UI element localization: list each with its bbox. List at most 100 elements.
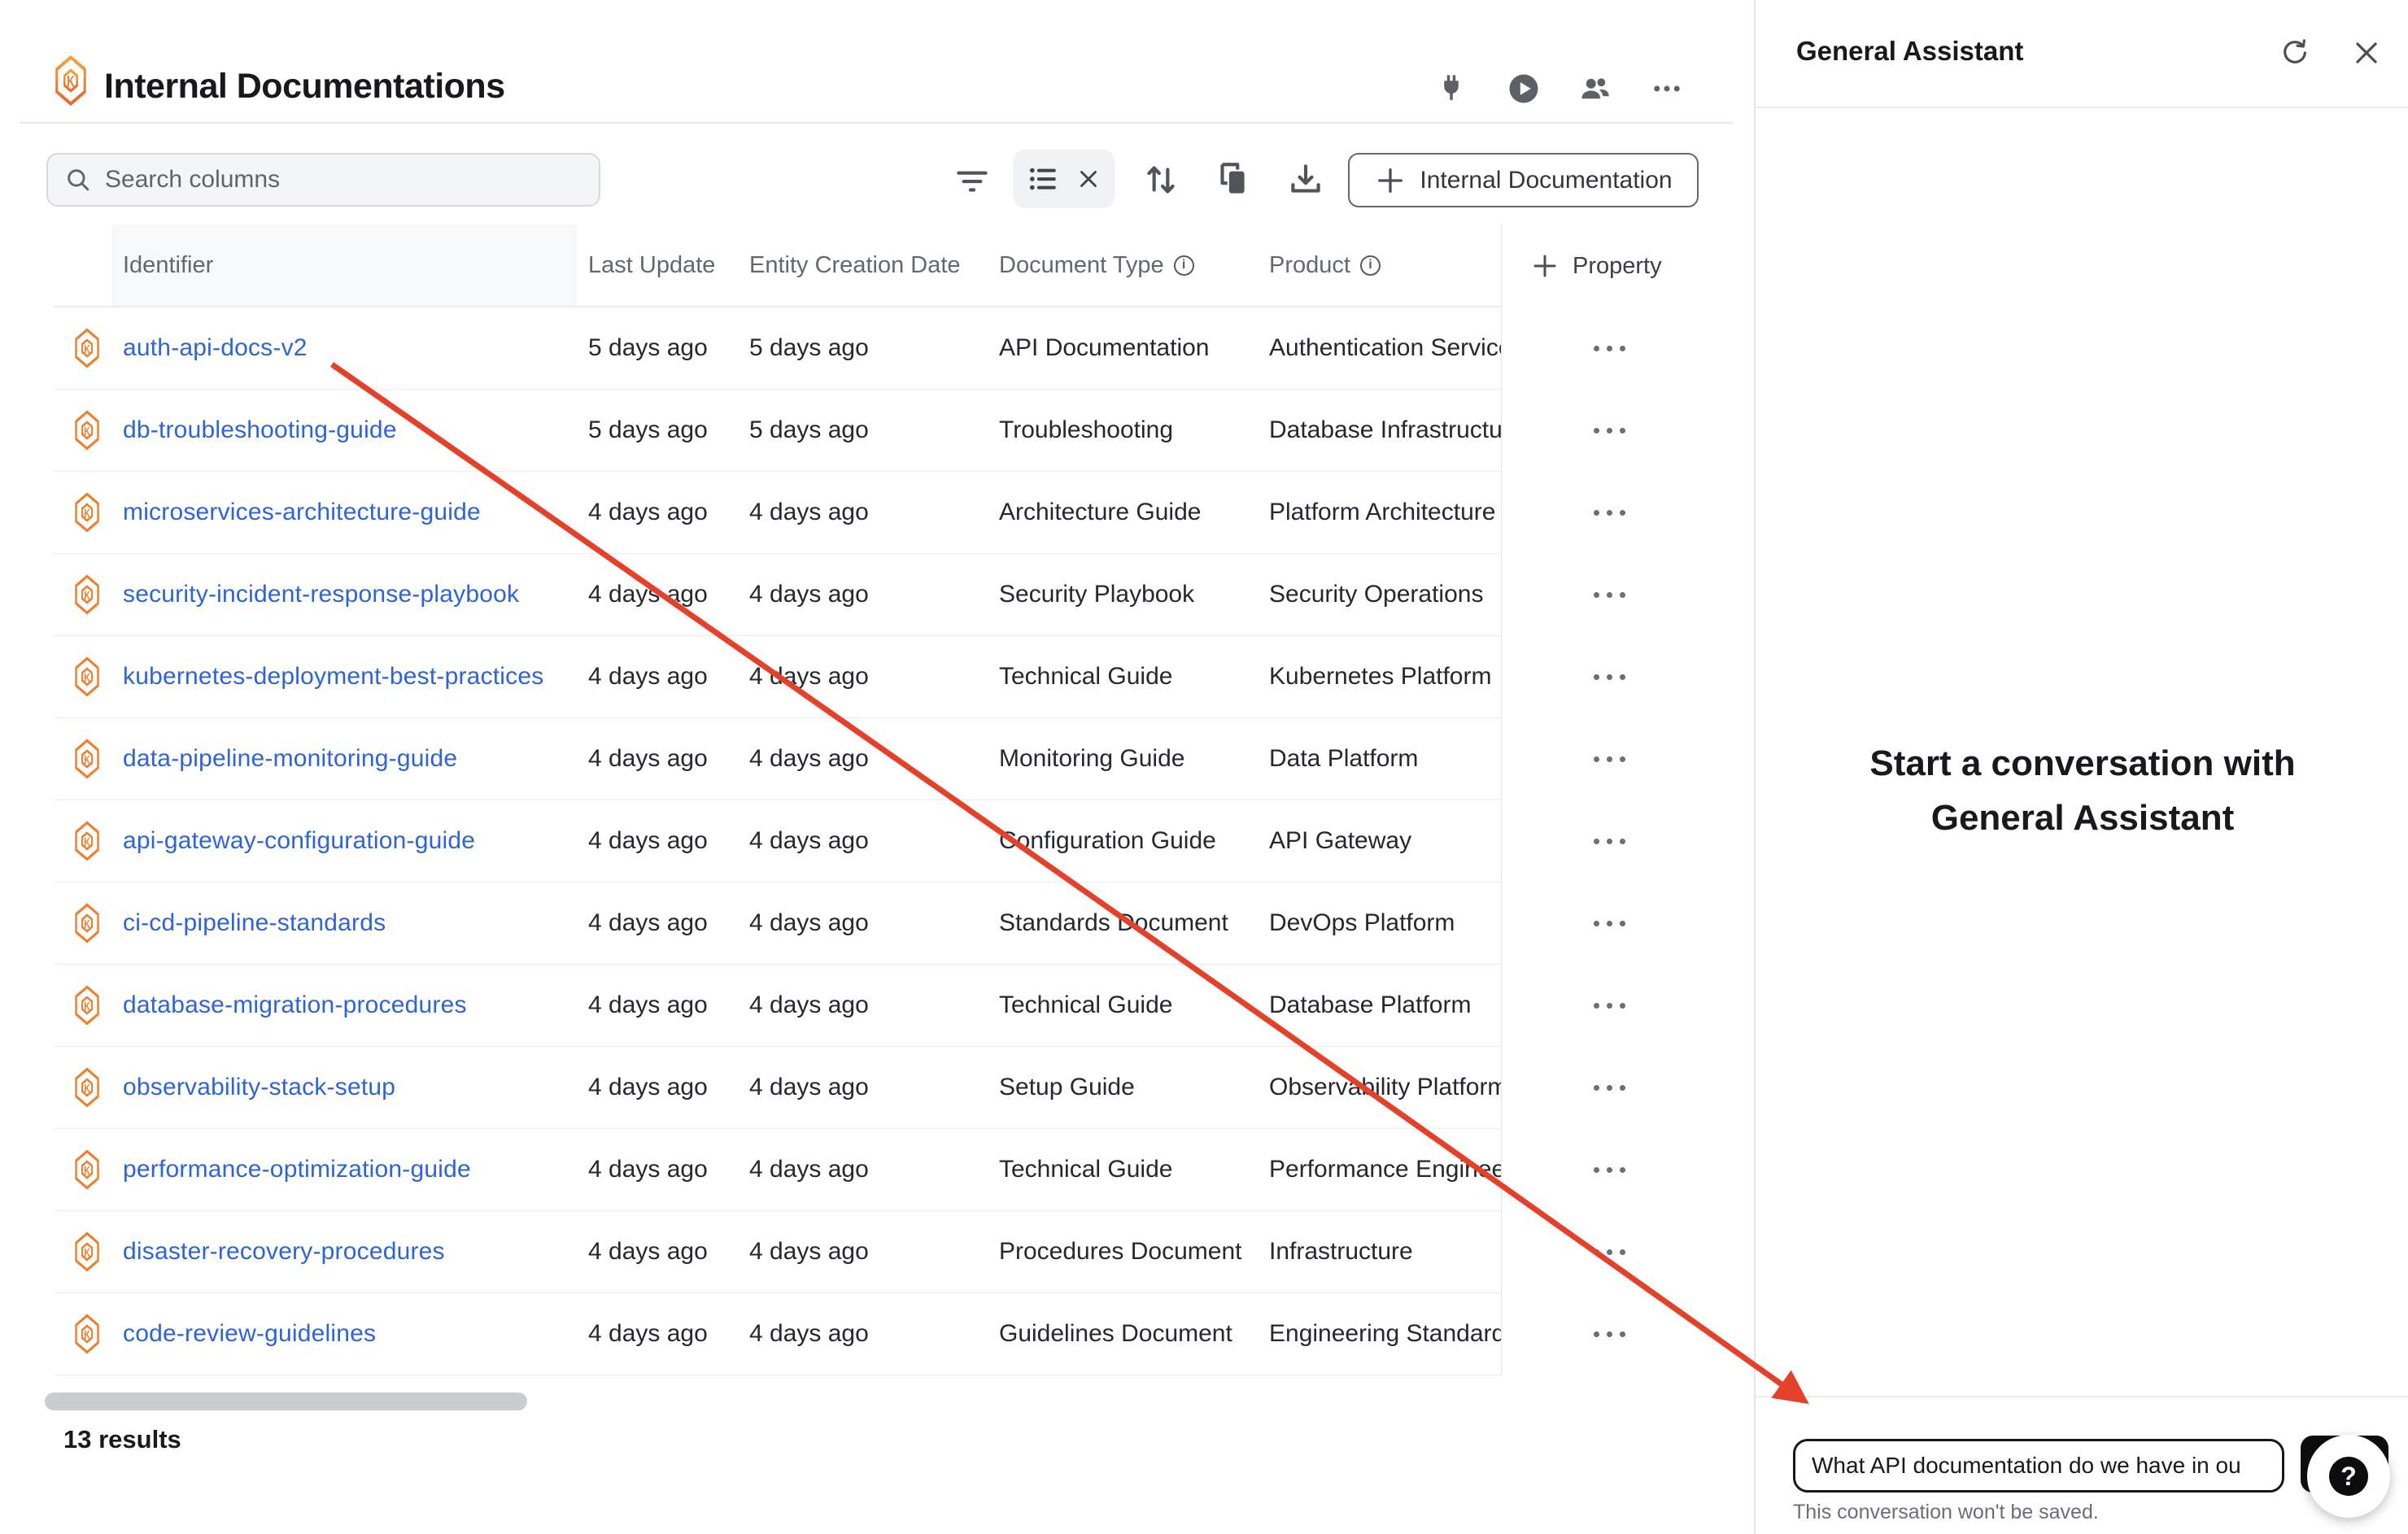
column-header-last-update[interactable]: Last Update <box>577 224 738 307</box>
identifier-link[interactable]: security-incident-response-playbook <box>123 581 519 608</box>
creation-date-cell: 4 days ago <box>738 1129 988 1211</box>
identifier-link[interactable]: observability-stack-setup <box>123 1074 395 1101</box>
ellipsis-icon <box>1594 921 1625 926</box>
svg-text:K: K <box>84 1245 90 1259</box>
creation-date-cell: 4 days ago <box>738 882 988 965</box>
creation-date-cell: 4 days ago <box>738 718 988 800</box>
column-header-product[interactable]: Producti <box>1258 224 1501 307</box>
row-actions-button[interactable] <box>1501 1211 1700 1293</box>
identifier-link[interactable]: microservices-architecture-guide <box>123 499 481 526</box>
product-cell: Data Platform <box>1258 718 1501 800</box>
row-actions-button[interactable] <box>1501 307 1700 390</box>
add-property-label: Property <box>1573 253 1662 280</box>
clear-view-icon[interactable] <box>1075 165 1102 193</box>
search-input[interactable] <box>105 166 582 194</box>
add-button-label: Internal Documentation <box>1420 167 1672 194</box>
svg-text:K: K <box>84 1163 90 1177</box>
identifier-link[interactable]: kubernetes-deployment-best-practices <box>123 663 543 691</box>
document-type-cell: Standards Document <box>988 882 1258 965</box>
column-header-document-type[interactable]: Document Typei <box>988 224 1258 307</box>
conversation-notice: This conversation won't be saved. <box>1793 1501 2099 1524</box>
add-internal-documentation-button[interactable]: Internal Documentation <box>1348 153 1699 207</box>
assistant-panel: General Assistant Start a conversation w… <box>1754 0 2408 1534</box>
blueprint-hexagon-icon: K <box>72 820 102 862</box>
assistant-panel-title: General Assistant <box>1796 36 2023 67</box>
plug-icon[interactable] <box>1434 72 1468 106</box>
column-header-identifier[interactable]: Identifier <box>111 224 577 307</box>
row-actions-button[interactable] <box>1501 800 1700 882</box>
product-cell: Authentication Service <box>1258 307 1501 390</box>
identifier-link[interactable]: database-migration-procedures <box>123 991 467 1019</box>
close-panel-icon[interactable] <box>2351 37 2382 68</box>
play-icon[interactable] <box>1507 72 1541 106</box>
creation-date-cell: 5 days ago <box>738 390 988 472</box>
sort-icon[interactable] <box>1141 159 1181 200</box>
product-cell: Infrastructure <box>1258 1211 1501 1293</box>
assistant-message-input[interactable] <box>1793 1439 2284 1493</box>
documents-table: Identifier Last Update Entity Creation D… <box>54 224 1700 1375</box>
search-icon <box>64 166 92 194</box>
ellipsis-icon <box>1594 1003 1625 1009</box>
blueprint-hexagon-icon: K <box>72 327 102 369</box>
creation-date-cell: 4 days ago <box>738 472 988 554</box>
row-actions-button[interactable] <box>1501 1293 1700 1375</box>
row-actions-button[interactable] <box>1501 390 1700 472</box>
document-type-cell: Configuration Guide <box>988 800 1258 882</box>
column-header-entity-creation-date[interactable]: Entity Creation Date <box>738 224 988 307</box>
list-view-icon[interactable] <box>1026 162 1060 196</box>
info-icon[interactable]: i <box>1360 255 1381 276</box>
reset-conversation-icon[interactable] <box>2279 37 2310 68</box>
identifier-link[interactable]: data-pipeline-monitoring-guide <box>123 745 457 773</box>
svg-text:K: K <box>84 1081 90 1095</box>
table-row: K observability-stack-setup 4 days ago 4… <box>54 1047 1700 1129</box>
blueprint-hexagon-icon: K <box>72 656 102 698</box>
table-row: K database-migration-procedures 4 days a… <box>54 965 1700 1047</box>
row-actions-button[interactable] <box>1501 882 1700 965</box>
last-update-cell: 4 days ago <box>577 965 738 1047</box>
horizontal-scrollbar[interactable] <box>45 1392 527 1410</box>
last-update-cell: 4 days ago <box>577 1047 738 1129</box>
blueprint-hexagon-icon: K <box>72 491 102 534</box>
identifier-link[interactable]: ci-cd-pipeline-standards <box>123 909 386 937</box>
ellipsis-icon <box>1594 756 1625 762</box>
last-update-cell: 4 days ago <box>577 718 738 800</box>
blueprint-hexagon-icon: K <box>72 1313 102 1355</box>
row-actions-button[interactable] <box>1501 636 1700 718</box>
svg-text:K: K <box>84 835 90 848</box>
page-title: Internal Documentations <box>104 67 505 107</box>
add-property-button[interactable]: Property <box>1501 224 1700 307</box>
table-row: K ci-cd-pipeline-standards 4 days ago 4 … <box>54 882 1700 965</box>
row-actions-button[interactable] <box>1501 965 1700 1047</box>
identifier-link[interactable]: db-troubleshooting-guide <box>123 416 397 444</box>
entity-icon-cell: K <box>54 554 111 636</box>
row-actions-button[interactable] <box>1501 1129 1700 1211</box>
row-actions-button[interactable] <box>1501 1047 1700 1129</box>
table-body: K auth-api-docs-v2 5 days ago 5 days ago… <box>54 307 1700 1375</box>
identifier-link[interactable]: performance-optimization-guide <box>123 1156 471 1183</box>
svg-text:K: K <box>84 1327 90 1341</box>
identifier-link[interactable]: api-gateway-configuration-guide <box>123 827 475 855</box>
table-row: K auth-api-docs-v2 5 days ago 5 days ago… <box>54 307 1700 390</box>
entity-icon-cell: K <box>54 882 111 965</box>
ellipsis-icon <box>1594 1331 1625 1337</box>
info-icon[interactable]: i <box>1174 255 1194 276</box>
identifier-link[interactable]: auth-api-docs-v2 <box>123 334 308 362</box>
results-count: 13 results <box>63 1425 181 1454</box>
users-icon[interactable] <box>1578 72 1612 106</box>
table-row: K kubernetes-deployment-best-practices 4… <box>54 636 1700 718</box>
row-actions-button[interactable] <box>1501 554 1700 636</box>
row-actions-button[interactable] <box>1501 718 1700 800</box>
table-row: K code-review-guidelines 4 days ago 4 da… <box>54 1293 1700 1375</box>
more-icon[interactable] <box>1650 72 1684 106</box>
document-type-cell: Technical Guide <box>988 636 1258 718</box>
help-widget[interactable]: ? <box>2307 1435 2390 1518</box>
row-actions-button[interactable] <box>1501 472 1700 554</box>
blueprint-hexagon-icon: K <box>72 1148 102 1191</box>
filter-icon[interactable] <box>952 159 992 200</box>
identifier-link[interactable]: code-review-guidelines <box>123 1320 376 1348</box>
document-type-cell: Architecture Guide <box>988 472 1258 554</box>
copy-icon[interactable] <box>1212 159 1253 200</box>
identifier-link[interactable]: disaster-recovery-procedures <box>123 1238 445 1266</box>
creation-date-cell: 5 days ago <box>738 307 988 390</box>
download-icon[interactable] <box>1285 159 1326 200</box>
